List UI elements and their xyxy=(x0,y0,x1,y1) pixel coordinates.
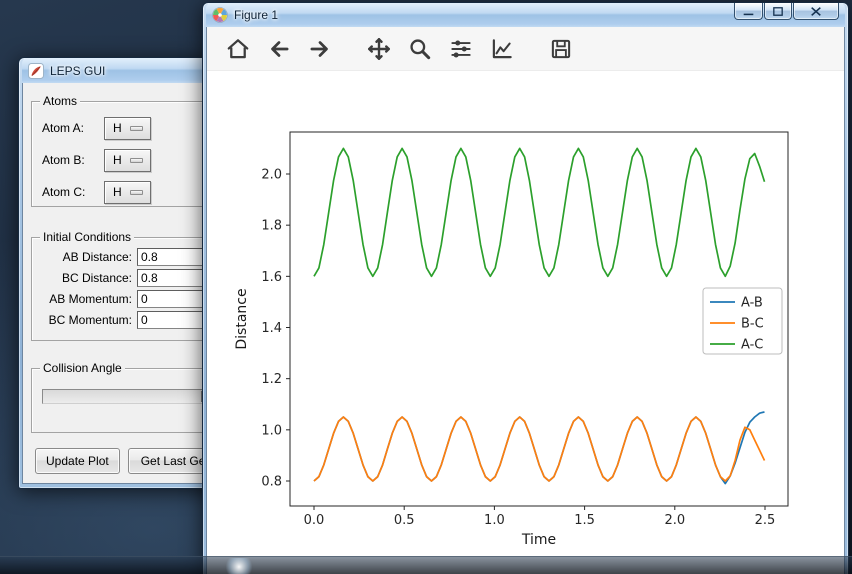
plot-svg[interactable]: 0.0 0.5 1.0 1.5 2.0 2.5 0.8 1.0 1.2 1.4 1.6 1.8 2.0 T… xyxy=(207,71,845,574)
atom-c-dropdown[interactable]: H xyxy=(104,180,151,204)
ab-distance-input[interactable] xyxy=(137,247,203,266)
leps-window-title: LEPS GUI xyxy=(50,63,106,78)
y-tick-label: 2.0 xyxy=(261,168,282,183)
collision-angle-label: Collision Angle xyxy=(40,361,125,375)
x-tick-label: 0.0 xyxy=(304,513,325,528)
edit-plot-icon xyxy=(492,38,512,58)
zoom-magnifier-icon xyxy=(409,38,430,59)
bc-momentum-label: BC Momentum: xyxy=(48,312,132,327)
atom-b-label: Atom B: xyxy=(42,153,85,167)
toolbar-zoom-button[interactable] xyxy=(401,30,438,67)
bc-momentum-input[interactable] xyxy=(137,310,203,329)
update-plot-button[interactable]: Update Plot xyxy=(35,448,120,474)
matplotlib-toolbar xyxy=(207,27,844,71)
back-arrow-icon xyxy=(270,40,288,57)
atom-c-value: H xyxy=(113,185,122,199)
legend-label: A-C xyxy=(741,338,763,353)
atom-a-dropdown[interactable]: H xyxy=(104,116,151,140)
figure-canvas[interactable]: 0.0 0.5 1.0 1.5 2.0 2.5 0.8 1.0 1.2 1.4 1.6 1.8 2.0 T… xyxy=(207,71,844,574)
y-tick-label: 0.8 xyxy=(261,475,282,490)
minimize-button[interactable] xyxy=(734,3,763,20)
toolbar-pan-button[interactable] xyxy=(360,30,397,67)
toolbar-save-button[interactable] xyxy=(542,30,579,67)
y-tick-label: 1.0 xyxy=(261,423,282,438)
figure-window: Figure 1 0.0 0.5 1.0 1.5 2.0 2.5 0.8 1.0… xyxy=(202,2,849,574)
maximize-button[interactable] xyxy=(764,3,792,20)
atom-b-dropdown[interactable]: H xyxy=(104,148,151,172)
atoms-group-label: Atoms xyxy=(40,94,81,108)
configure-subplots-sliders-icon xyxy=(450,40,471,57)
legend-label: B-C xyxy=(741,317,764,332)
ab-momentum-input[interactable] xyxy=(137,289,203,308)
bc-distance-input[interactable] xyxy=(137,268,203,287)
y-tick-label: 1.8 xyxy=(261,219,282,234)
pan-move-icon xyxy=(367,37,390,60)
toolbar-subplots-button[interactable] xyxy=(442,30,479,67)
atom-b-value: H xyxy=(113,153,122,167)
dropdown-indicator-icon xyxy=(129,125,143,131)
toolbar-forward-button[interactable] xyxy=(301,30,338,67)
bc-distance-label: BC Distance: xyxy=(61,270,132,285)
forward-arrow-icon xyxy=(310,40,328,57)
figure-window-title: Figure 1 xyxy=(234,8,279,22)
ab-distance-label: AB Distance: xyxy=(62,249,132,264)
dropdown-indicator-icon xyxy=(129,189,143,195)
desktop: LEPS GUI Atoms Atom A: H Atom B: H Atom … xyxy=(0,0,852,574)
x-tick-label: 1.5 xyxy=(574,513,595,528)
x-tick-label: 2.5 xyxy=(755,513,776,528)
close-button[interactable] xyxy=(793,3,839,20)
matplotlib-logo-icon xyxy=(212,7,228,23)
y-tick-label: 1.4 xyxy=(261,321,282,336)
x-axis-label: Time xyxy=(521,532,556,548)
dropdown-indicator-icon xyxy=(129,157,143,163)
y-tick-label: 1.6 xyxy=(261,270,282,285)
toolbar-home-button[interactable] xyxy=(219,30,256,67)
save-floppy-icon xyxy=(551,39,570,58)
figure-titlebar[interactable]: Figure 1 xyxy=(206,3,845,27)
atom-c-label: Atom C: xyxy=(42,185,86,199)
atom-a-label: Atom A: xyxy=(42,121,85,135)
ab-momentum-label: AB Momentum: xyxy=(49,291,132,306)
atom-a-value: H xyxy=(113,121,122,135)
initial-conditions-label: Initial Conditions xyxy=(40,230,135,244)
figure-content: 0.0 0.5 1.0 1.5 2.0 2.5 0.8 1.0 1.2 1.4 1.6 1.8 2.0 T… xyxy=(206,27,845,574)
x-tick-label: 1.0 xyxy=(484,513,505,528)
y-axis-label: Distance xyxy=(234,288,250,349)
home-icon xyxy=(227,38,248,58)
leps-window-icon xyxy=(28,62,44,79)
toolbar-edit-plot-button[interactable] xyxy=(483,30,520,67)
taskbar[interactable] xyxy=(0,556,852,574)
toolbar-back-button[interactable] xyxy=(260,30,297,67)
caption-buttons xyxy=(734,3,839,20)
x-tick-label: 2.0 xyxy=(664,513,685,528)
legend-label: A-B xyxy=(741,296,763,311)
y-tick-label: 1.2 xyxy=(261,372,282,387)
x-tick-label: 0.5 xyxy=(394,513,415,528)
taskbar-app-glow[interactable] xyxy=(226,558,252,574)
